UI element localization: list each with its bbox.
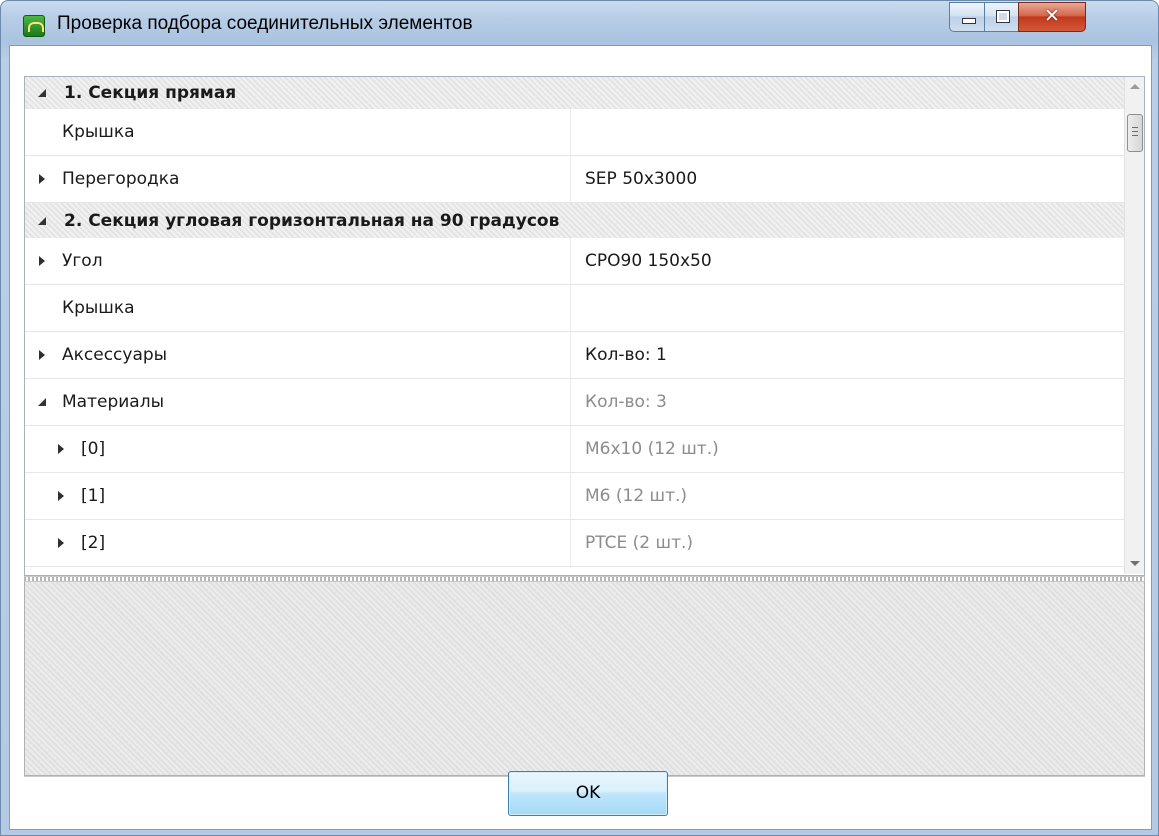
property-name: [1] — [81, 486, 106, 506]
app-icon — [23, 15, 45, 37]
scroll-up-icon[interactable] — [1130, 84, 1140, 89]
property-name: [0] — [81, 439, 106, 459]
minimize-button[interactable] — [949, 2, 985, 32]
property-value[interactable]: Кол-во: 3 — [585, 392, 667, 412]
property-name-cell[interactable]: Перегородка — [24, 156, 571, 202]
property-name: Перегородка — [62, 169, 180, 189]
scroll-thumb[interactable] — [1127, 114, 1143, 152]
collapsed-triangle-icon[interactable] — [58, 444, 64, 454]
property-row[interactable]: Крышка — [24, 109, 1124, 156]
property-name-cell[interactable]: Крышка — [24, 285, 571, 331]
dialog-client-area: 1. Секция прямая Крышка Перегородка SEP 50x… — [9, 45, 1152, 830]
child-property-row[interactable]: [1] M6 (12 шт.) — [24, 473, 1124, 520]
dialog-window: Проверка подбора соединительных элементо… — [0, 0, 1159, 836]
property-name-cell[interactable]: [0] — [24, 426, 571, 472]
property-name-cell[interactable]: [2] — [24, 520, 571, 566]
ok-button[interactable]: OK — [508, 771, 668, 816]
property-name-cell[interactable]: 2. Секция угловая горизонтальная на 90 г… — [24, 203, 1124, 238]
property-name: Аксессуары — [62, 345, 168, 365]
property-name-cell[interactable]: Угол — [24, 238, 571, 284]
property-value[interactable]: SEP 50x3000 — [585, 169, 697, 189]
collapsed-triangle-icon[interactable] — [58, 538, 64, 548]
description-pane — [24, 582, 1145, 776]
property-row[interactable]: Угол CPO90 150x50 — [24, 238, 1124, 285]
thumb-grip — [1132, 131, 1138, 132]
property-name-cell[interactable]: 1. Секция прямая — [24, 76, 1124, 109]
child-property-row[interactable]: [2] PTCE (2 шт.) — [24, 520, 1124, 567]
property-row[interactable]: Крышка — [24, 285, 1124, 332]
expanded-triangle-icon[interactable] — [38, 88, 46, 97]
property-name-cell[interactable]: [1] — [24, 473, 571, 519]
property-name-cell[interactable]: Аксессуары — [24, 332, 571, 378]
category-row[interactable]: 1. Секция прямая — [24, 76, 1124, 109]
property-name-cell[interactable]: Материалы — [24, 379, 571, 425]
property-row[interactable]: Материалы Кол-во: 3 — [24, 379, 1124, 426]
category-row[interactable]: 2. Секция угловая горизонтальная на 90 г… — [24, 203, 1124, 238]
property-name: [2] — [81, 533, 106, 553]
property-value[interactable]: CPO90 150x50 — [585, 251, 712, 271]
property-grid: 1. Секция прямая Крышка Перегородка SEP 50x… — [24, 76, 1145, 574]
maximize-button[interactable] — [984, 2, 1019, 32]
property-value[interactable]: M6 (12 шт.) — [585, 486, 687, 506]
property-name-cell[interactable]: Крышка — [24, 109, 571, 155]
thumb-grip — [1132, 135, 1138, 136]
collapsed-triangle-icon[interactable] — [39, 350, 45, 360]
maximize-icon — [996, 10, 1010, 23]
property-row[interactable]: Перегородка SEP 50x3000 — [24, 156, 1124, 203]
property-value[interactable]: M6x10 (12 шт.) — [585, 439, 719, 459]
property-name: Крышка — [62, 298, 135, 318]
property-value[interactable]: PTCE (2 шт.) — [585, 533, 693, 553]
category-label: 2. Секция угловая горизонтальная на 90 г… — [64, 210, 560, 231]
property-value[interactable]: Кол-во: 1 — [585, 345, 667, 365]
collapsed-triangle-icon[interactable] — [39, 174, 45, 184]
minimize-icon — [962, 18, 976, 24]
property-name: Угол — [62, 251, 103, 271]
property-row[interactable]: Аксессуары Кол-во: 1 — [24, 332, 1124, 379]
category-label: 1. Секция прямая — [64, 82, 237, 103]
collapsed-triangle-icon[interactable] — [39, 256, 45, 266]
property-name: Материалы — [62, 392, 164, 412]
close-icon: ✕ — [1044, 5, 1060, 27]
child-property-row[interactable]: [0] M6x10 (12 шт.) — [24, 426, 1124, 473]
title-bar[interactable]: Проверка подбора соединительных элементо… — [1, 1, 1158, 45]
scroll-down-icon[interactable] — [1130, 561, 1140, 566]
vertical-scrollbar[interactable] — [1124, 76, 1145, 574]
close-button[interactable]: ✕ — [1018, 2, 1086, 32]
expanded-triangle-icon[interactable] — [38, 216, 46, 225]
expanded-triangle-icon[interactable] — [38, 398, 46, 406]
property-name: Крышка — [62, 122, 135, 142]
window-title: Проверка подбора соединительных элементо… — [57, 13, 473, 34]
collapsed-triangle-icon[interactable] — [58, 491, 64, 501]
thumb-grip — [1132, 127, 1138, 128]
